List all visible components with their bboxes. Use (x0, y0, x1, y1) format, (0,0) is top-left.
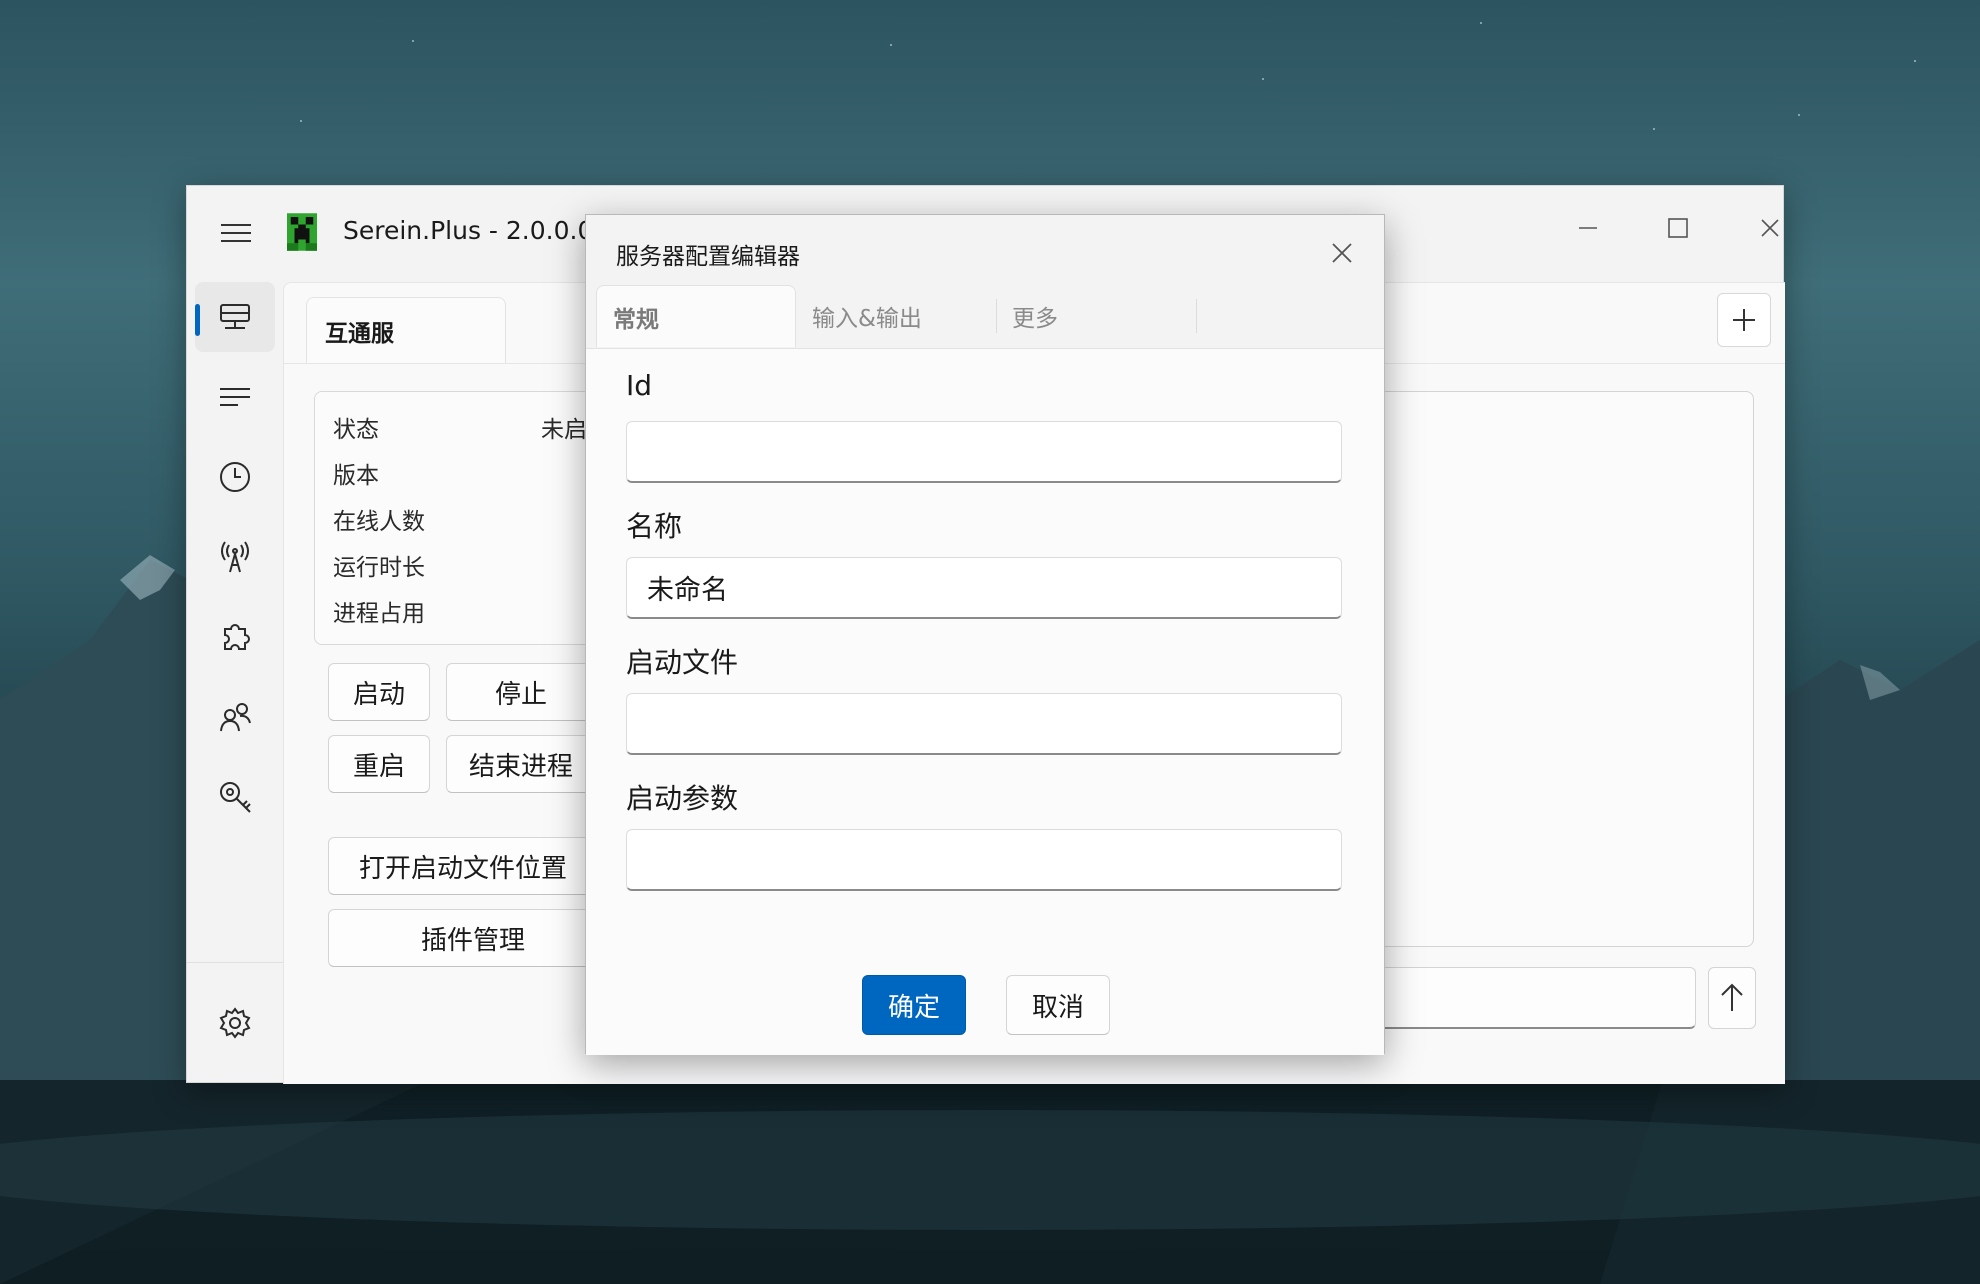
close-window-button[interactable] (1735, 208, 1805, 248)
active-indicator (195, 304, 200, 336)
console-list-icon (220, 388, 250, 406)
server-config-dialog: 服务器配置编辑器 常规 输入&输出 更多 Id 名称 启动文件 启动参数 确定 … (585, 214, 1385, 1055)
start-button[interactable]: 启动 (328, 663, 430, 721)
tab-server[interactable]: 互通服 (306, 297, 506, 363)
app-logo-icon (287, 213, 317, 251)
close-icon (1761, 219, 1779, 237)
confirm-button[interactable]: 确定 (862, 975, 966, 1035)
sidebar-item-settings[interactable] (195, 988, 275, 1058)
maximize-icon (1668, 218, 1688, 238)
sidebar-divider (187, 962, 283, 963)
dialog-body: Id 名称 启动文件 启动参数 确定 取消 (586, 349, 1384, 1055)
broadcast-icon (221, 541, 249, 573)
name-input[interactable] (626, 557, 1342, 619)
plus-icon (1733, 309, 1755, 331)
puzzle-icon (224, 624, 250, 650)
open-file-location-button[interactable]: 打开启动文件位置 (328, 837, 618, 895)
info-label-usage: 进程占用 (333, 601, 425, 627)
key-search-icon (220, 782, 251, 813)
dialog-close-button[interactable] (1322, 233, 1362, 273)
sidebar-item-schedule[interactable] (195, 442, 275, 512)
start-file-label: 启动文件 (626, 646, 739, 679)
maximize-button[interactable] (1643, 208, 1713, 248)
info-label-uptime: 运行时长 (333, 555, 425, 581)
id-label: Id (626, 369, 653, 402)
app-title: Serein.Plus - 2.0.0.0 (343, 216, 594, 245)
console-output (1346, 391, 1754, 947)
tab-separator (1196, 299, 1197, 333)
server-icon (220, 304, 250, 329)
hamburger-menu-icon[interactable] (221, 220, 251, 246)
info-label-online: 在线人数 (333, 509, 425, 535)
info-label-status: 状态 (333, 417, 379, 443)
kill-process-button[interactable]: 结束进程 (446, 735, 596, 793)
close-icon (1332, 243, 1352, 263)
info-label-version: 版本 (333, 463, 379, 489)
tab-io[interactable]: 输入&输出 (796, 285, 986, 347)
start-args-input[interactable] (626, 829, 1342, 891)
command-input[interactable] (1346, 967, 1696, 1029)
sidebar-item-servers[interactable] (195, 282, 275, 352)
plugin-manage-button[interactable]: 插件管理 (328, 909, 618, 967)
sidebar-item-members[interactable] (195, 682, 275, 752)
start-args-label: 启动参数 (626, 782, 739, 815)
sidebar-item-console[interactable] (195, 362, 275, 432)
stop-button[interactable]: 停止 (446, 663, 596, 721)
clock-icon (220, 462, 250, 492)
players-icon (220, 703, 251, 732)
sidebar-item-plugins[interactable] (195, 602, 275, 672)
cancel-button[interactable]: 取消 (1006, 975, 1110, 1035)
send-command-button[interactable] (1708, 967, 1756, 1029)
sidebar (187, 282, 283, 1084)
dialog-tab-strip: 常规 输入&输出 更多 (586, 285, 1384, 349)
dialog-title: 服务器配置编辑器 (616, 244, 800, 270)
minimize-icon (1579, 227, 1597, 229)
sidebar-item-connections[interactable] (195, 522, 275, 592)
sidebar-item-permissions[interactable] (195, 762, 275, 832)
tab-more[interactable]: 更多 (996, 285, 1186, 347)
minimize-button[interactable] (1553, 208, 1623, 248)
id-input[interactable] (626, 421, 1342, 483)
add-server-button[interactable] (1717, 293, 1771, 347)
info-value-status: 未启 (541, 417, 587, 443)
start-file-input[interactable] (626, 693, 1342, 755)
restart-button[interactable]: 重启 (328, 735, 430, 793)
arrow-up-icon (1721, 983, 1743, 1011)
tab-general[interactable]: 常规 (596, 285, 796, 347)
name-label: 名称 (626, 510, 683, 543)
gear-icon (219, 1007, 251, 1039)
